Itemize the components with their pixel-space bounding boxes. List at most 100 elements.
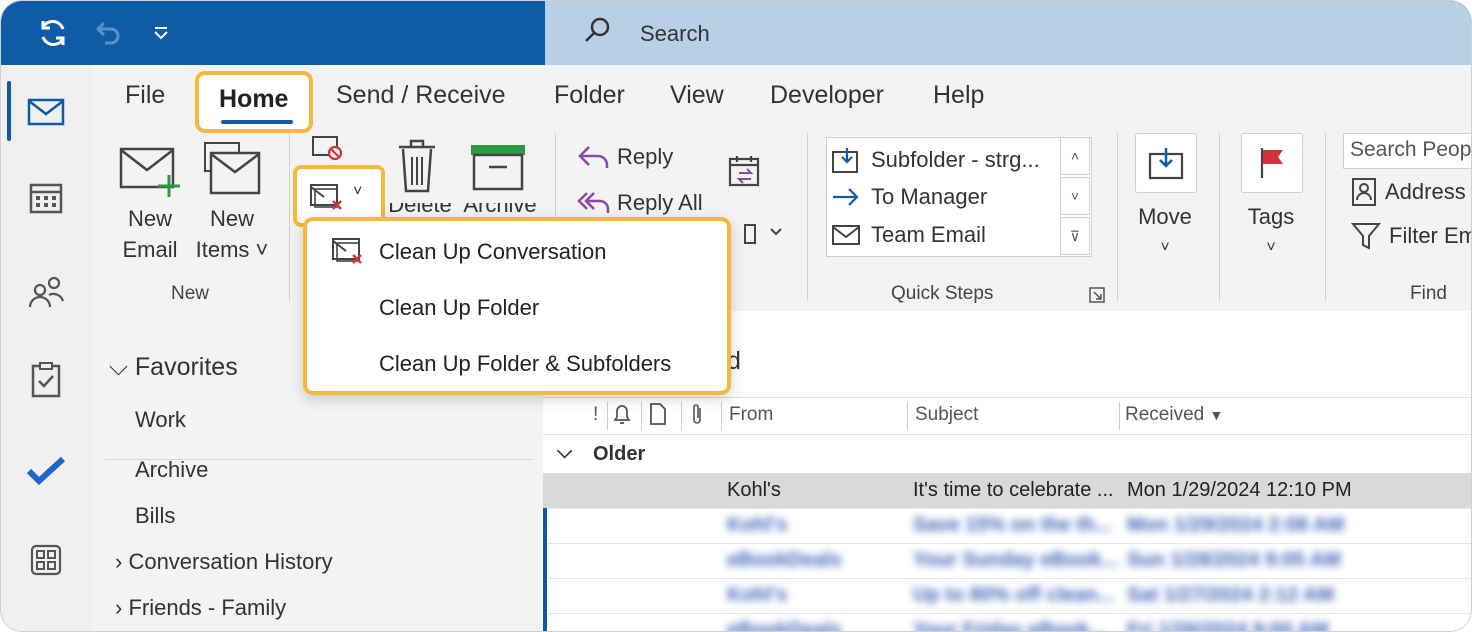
- group-label: Older: [593, 443, 646, 465]
- attachment-column-icon[interactable]: [689, 402, 705, 432]
- flag-icon[interactable]: [1241, 133, 1303, 193]
- reply-all-label: Reply All: [617, 190, 703, 215]
- group-header-older[interactable]: ⌵ Older: [543, 435, 1471, 473]
- clean-up-menu: Clean Up Conversation Clean Up Folder Cl…: [303, 217, 731, 395]
- filter-icon: [1351, 223, 1381, 250]
- menu-item-clean-up-folder-subfolders[interactable]: Clean Up Folder & Subfolders: [379, 351, 671, 377]
- archive-icon[interactable]: [469, 143, 527, 196]
- subfolder-icon: [832, 148, 858, 173]
- address-book-label: Address Book: [1385, 179, 1471, 204]
- gallery-scroll-up[interactable]: ˄: [1060, 137, 1090, 175]
- row-from: Kohl's: [727, 514, 788, 536]
- tab-view[interactable]: View: [670, 81, 724, 110]
- search-people-input[interactable]: Search People: [1343, 133, 1471, 169]
- row-received: Sun 1/28/2024 9:05 AM: [1127, 549, 1341, 571]
- row-received: Mon 1/29/2024 12:10 PM: [1127, 479, 1352, 501]
- sync-icon[interactable]: [35, 15, 71, 51]
- tab-send-receive[interactable]: Send / Receive: [336, 81, 506, 110]
- tasks-icon[interactable]: [23, 357, 69, 403]
- folder-item-bills[interactable]: Bills: [135, 503, 175, 529]
- row-received: Fri 1/26/2024 9:00 AM: [1127, 619, 1329, 632]
- new-email-button[interactable]: New Email: [115, 203, 185, 265]
- new-items-button[interactable]: New Items ˅: [191, 203, 273, 265]
- icon-column-icon[interactable]: [649, 402, 667, 432]
- calendar-icon[interactable]: [23, 175, 69, 221]
- row-subject: Your Sunday eBook...: [913, 549, 1119, 571]
- row-subject: Your Friday eBook...: [913, 619, 1106, 632]
- tags-button[interactable]: Tags ˅: [1235, 201, 1307, 263]
- new-email-icon: [119, 145, 181, 204]
- apps-icon[interactable]: [23, 537, 69, 583]
- menu-item-clean-up-folder[interactable]: Clean Up Folder: [379, 295, 539, 321]
- tab-file[interactable]: File: [125, 81, 165, 110]
- gallery-scroll-down[interactable]: ˅: [1060, 177, 1090, 215]
- tab-home[interactable]: Home: [195, 71, 313, 133]
- more-respond-icon[interactable]: [733, 217, 783, 252]
- dialog-launcher-icon[interactable]: [1089, 287, 1105, 308]
- new-items-label-2: Items ˅: [195, 237, 269, 262]
- chevron-down-icon: ˅: [1266, 239, 1276, 256]
- quick-steps-gallery: Subfolder - strg... To Manager Team Emai…: [826, 137, 1092, 257]
- group-label-new: New: [171, 283, 210, 304]
- meeting-icon[interactable]: [727, 153, 761, 192]
- move-button[interactable]: Move ˅: [1129, 201, 1201, 263]
- separator: [1117, 133, 1118, 301]
- filter-email-label: Filter Email: [1389, 223, 1471, 248]
- table-row[interactable]: Kohl's It's time to celebrate ... Mon 1/…: [543, 473, 1471, 509]
- tab-folder[interactable]: Folder: [554, 81, 625, 110]
- column-separator: [1119, 402, 1120, 430]
- tab-developer[interactable]: Developer: [770, 81, 884, 110]
- favorites-header[interactable]: ⌵ Favorites: [109, 353, 238, 382]
- quick-step-item[interactable]: Team Email: [831, 222, 986, 248]
- tab-home-label: Home: [219, 85, 289, 113]
- folder-item-work[interactable]: Work: [135, 407, 186, 433]
- delete-icon[interactable]: [395, 137, 439, 200]
- filter-email-button[interactable]: Filter Email: [1351, 221, 1471, 251]
- search-label: Search: [640, 21, 710, 46]
- folder-label: Friends - Family: [128, 595, 287, 620]
- move-label: Move: [1138, 204, 1192, 229]
- folder-item-archive[interactable]: Archive: [135, 457, 208, 483]
- address-book-icon: [1352, 178, 1376, 206]
- reply-all-button[interactable]: Reply All: [577, 187, 703, 218]
- folder-item-friends-family[interactable]: › Friends - Family: [115, 595, 286, 621]
- ignore-icon[interactable]: [311, 135, 345, 166]
- address-book-button[interactable]: Address Book: [1351, 177, 1471, 207]
- quick-step-label: Subfolder - strg...: [871, 147, 1040, 172]
- row-received: Sat 1/27/2024 2:12 AM: [1127, 584, 1335, 606]
- row-from: Kohl's: [727, 584, 788, 606]
- table-row[interactable]: eBookDeals Your Friday eBook... Fri 1/26…: [543, 613, 1471, 632]
- search-bar[interactable]: Search: [545, 1, 1471, 65]
- row-subject: Save 15% on the th...: [913, 514, 1112, 536]
- quick-step-label: Team Email: [871, 222, 986, 247]
- table-row[interactable]: eBookDeals Your Sunday eBook... Sun 1/28…: [543, 543, 1471, 579]
- reply-button[interactable]: Reply: [577, 141, 673, 172]
- tab-help[interactable]: Help: [933, 81, 984, 110]
- table-row[interactable]: Kohl's Up to 80% off clean... Sat 1/27/2…: [543, 578, 1471, 614]
- table-row[interactable]: Kohl's Save 15% on the th... Mon 1/29/20…: [543, 508, 1471, 544]
- undo-icon[interactable]: [89, 15, 125, 51]
- group-label-find: Find: [1410, 283, 1447, 304]
- subject-column[interactable]: Subject: [915, 404, 978, 426]
- row-subject: Up to 80% off clean...: [913, 584, 1115, 606]
- reminder-column-icon[interactable]: [611, 402, 633, 432]
- importance-column-icon[interactable]: !: [593, 404, 598, 426]
- column-separator: [641, 402, 642, 430]
- from-column[interactable]: From: [729, 404, 773, 426]
- people-icon[interactable]: [23, 269, 69, 315]
- outlook-window: Search File Home Send / Receive Folder V…: [0, 0, 1472, 632]
- todo-icon[interactable]: [23, 447, 69, 493]
- column-separator: [721, 402, 722, 430]
- quick-step-item[interactable]: To Manager: [831, 184, 987, 210]
- chevron-down-icon: ˅: [353, 183, 363, 200]
- tab-home-underline: [221, 120, 293, 124]
- move-icon[interactable]: [1135, 133, 1197, 193]
- app-rail: [1, 65, 94, 631]
- gallery-expand[interactable]: ⊽: [1060, 217, 1090, 255]
- folder-item-conversation-history[interactable]: › Conversation History: [115, 549, 333, 575]
- mail-icon[interactable]: [23, 89, 69, 135]
- quick-step-item[interactable]: Subfolder - strg...: [831, 146, 1040, 174]
- received-column[interactable]: Received ▼: [1125, 404, 1223, 426]
- customize-toolbar-icon[interactable]: [143, 15, 179, 51]
- menu-item-clean-up-conversation[interactable]: Clean Up Conversation: [379, 239, 606, 265]
